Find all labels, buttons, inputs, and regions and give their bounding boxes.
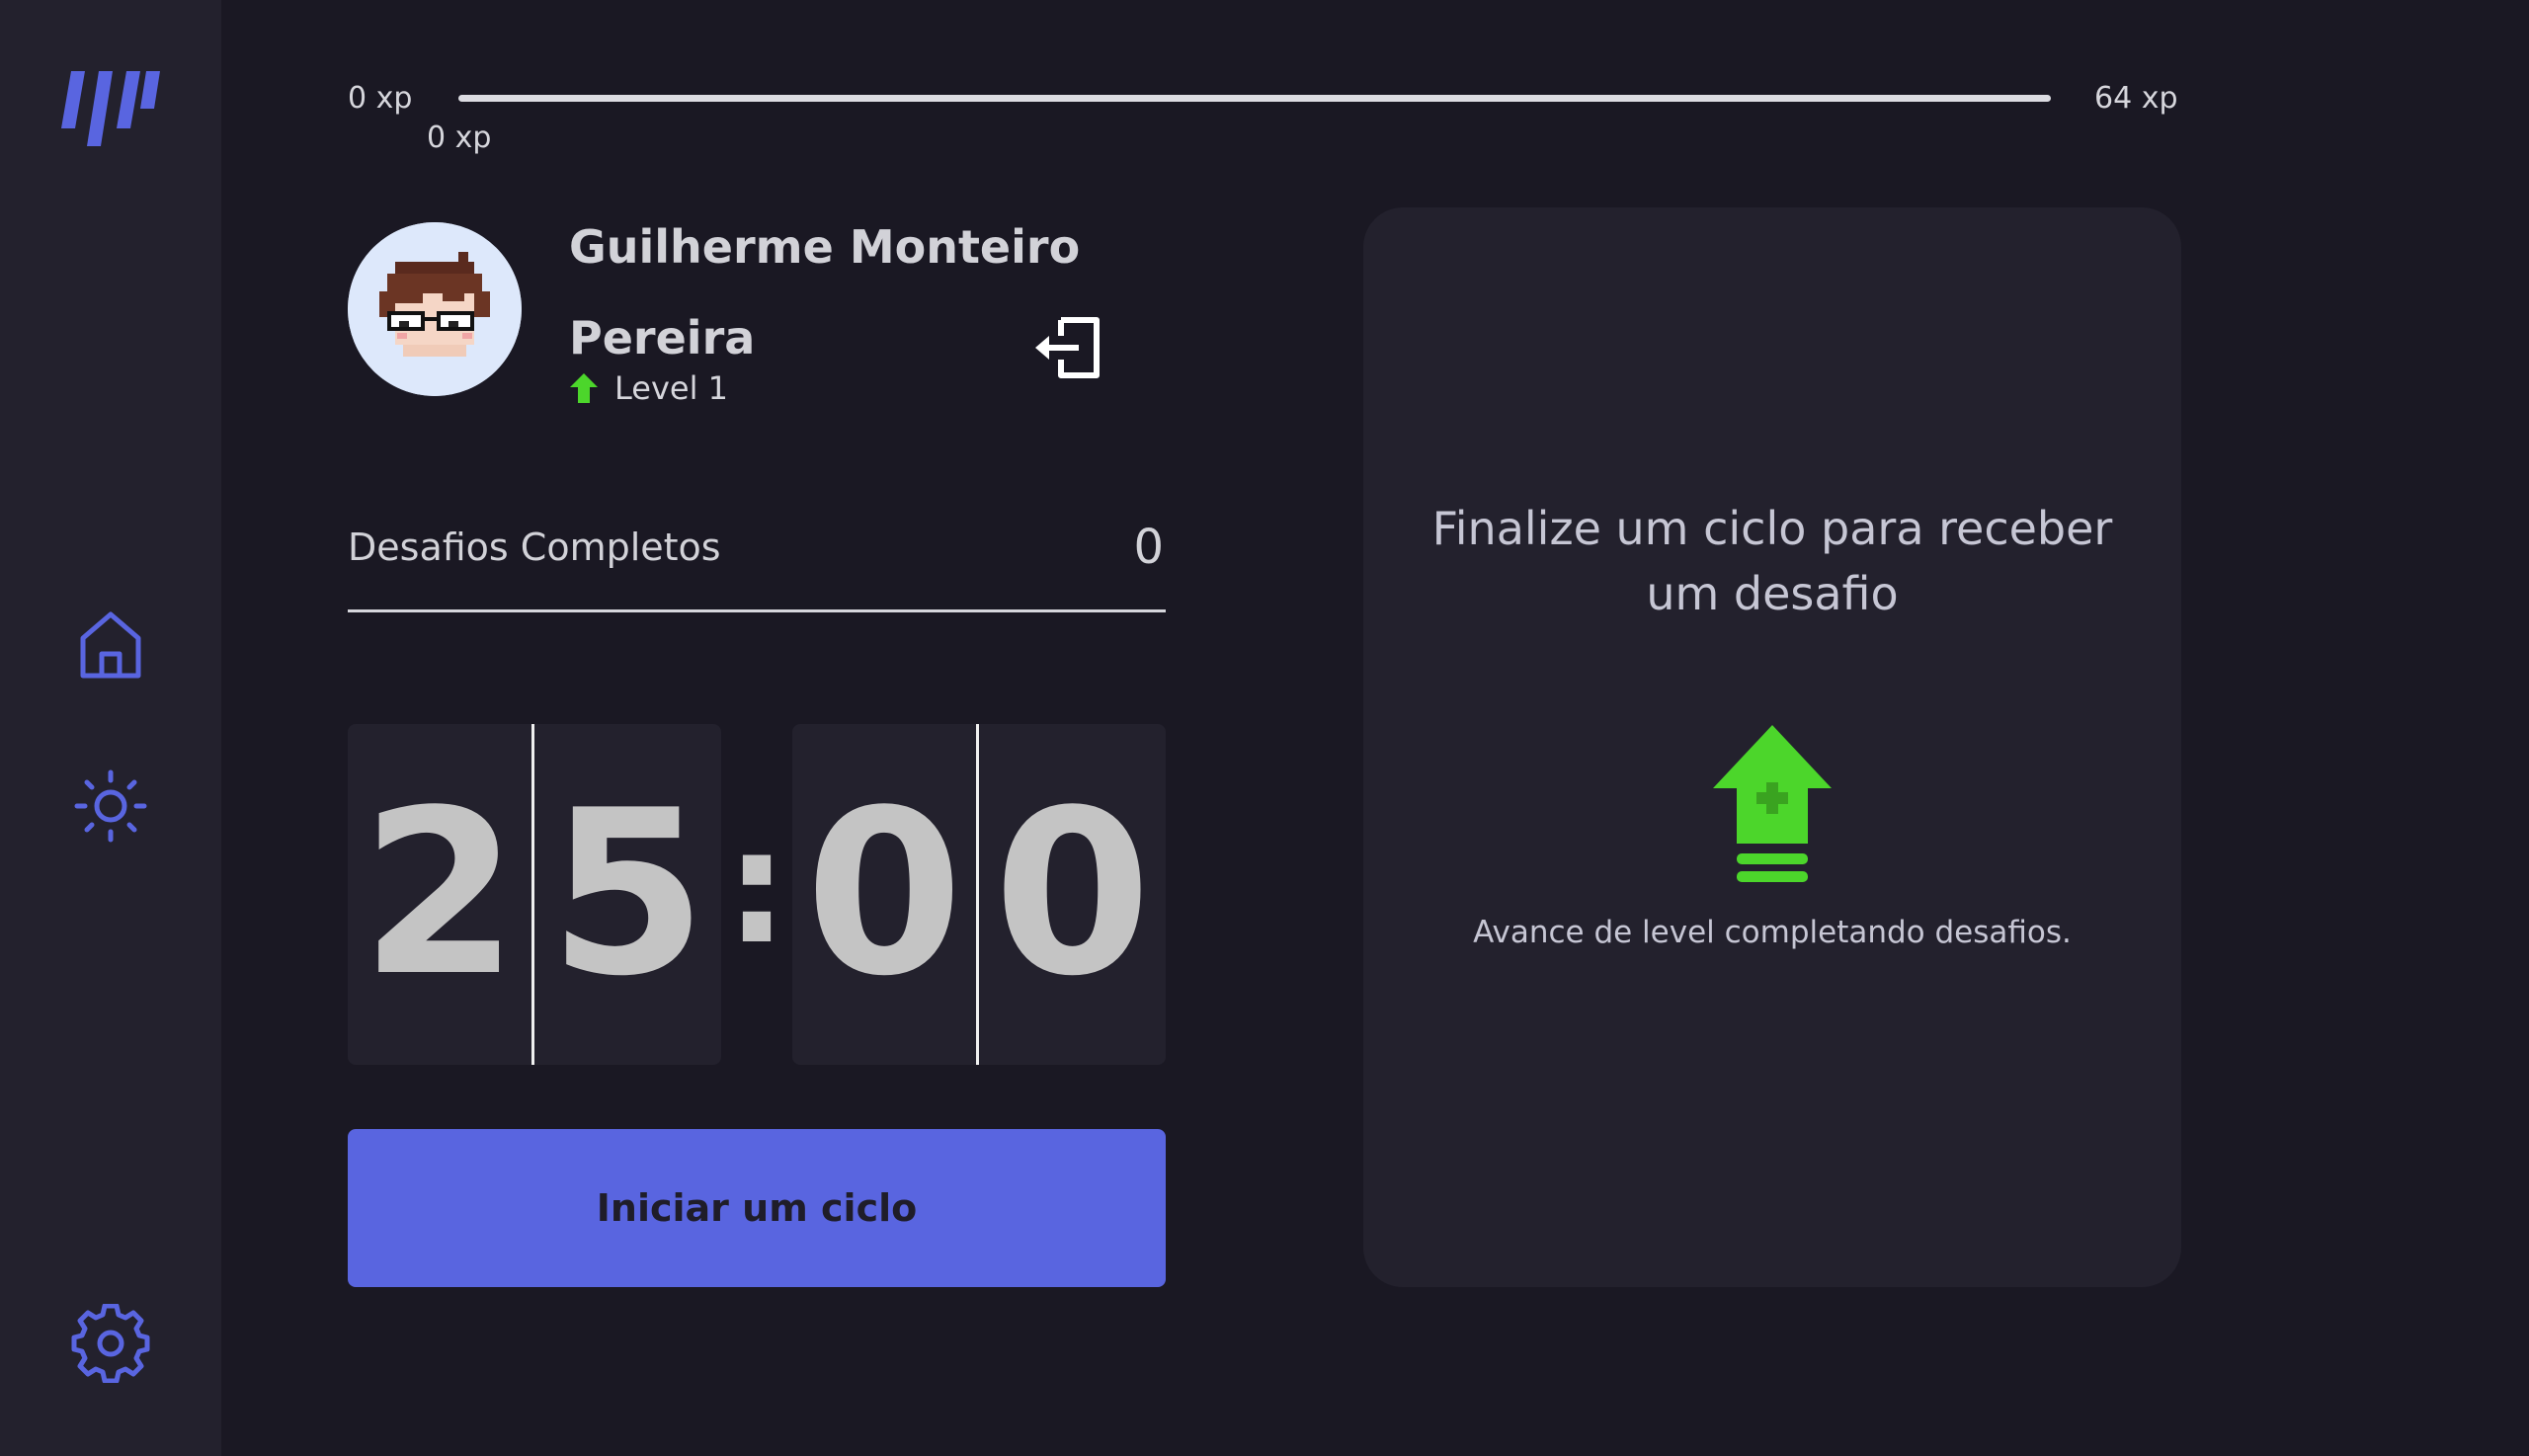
logout-icon[interactable]	[1031, 312, 1102, 383]
avatar	[348, 222, 522, 396]
level-row: Level 1	[569, 369, 728, 407]
time-separator: :	[725, 794, 788, 979]
minutes-block: 2 5	[348, 724, 721, 1065]
level-label: Level 1	[614, 369, 728, 407]
completed-challenges-count: 0	[1133, 520, 1164, 575]
xp-end-label: 64 xp	[2094, 81, 2178, 116]
minute-digit-left: 2	[348, 724, 534, 1065]
xp-progress-track	[458, 95, 2051, 102]
completed-challenges: Desafios Completos 0	[348, 514, 1166, 612]
xp-current-label: 0 xp	[427, 121, 492, 155]
minute-digit-right: 5	[548, 763, 707, 1026]
completed-challenges-label: Desafios Completos	[348, 526, 721, 569]
sun-icon[interactable]	[71, 767, 150, 846]
home-icon[interactable]	[71, 605, 150, 684]
challenge-box-description: Avance de level completando desafios.	[1473, 915, 2072, 950]
user-name: Guilherme Monteiro Pereira	[569, 220, 1081, 364]
avatar-image	[348, 222, 522, 396]
countdown: 2 5 : 0 0	[348, 724, 1166, 1065]
second-digit-right: 0	[993, 763, 1152, 1026]
challenge-box-title: Finalize um ciclo para receber um desafi…	[1431, 502, 2113, 620]
logo-icon	[61, 71, 160, 146]
level-up-icon	[1713, 725, 1832, 882]
level-up-arrow-icon	[570, 373, 598, 403]
gear-icon[interactable]	[71, 1304, 150, 1383]
challenge-box: Finalize um ciclo para receber um desafi…	[1363, 207, 2181, 1287]
sidebar	[0, 0, 221, 1456]
xp-start-label: 0 xp	[348, 81, 413, 116]
seconds-block: 0 0	[792, 724, 1166, 1065]
second-digit-left: 0	[792, 724, 979, 1065]
start-cycle-button[interactable]: Iniciar um ciclo	[348, 1129, 1166, 1287]
